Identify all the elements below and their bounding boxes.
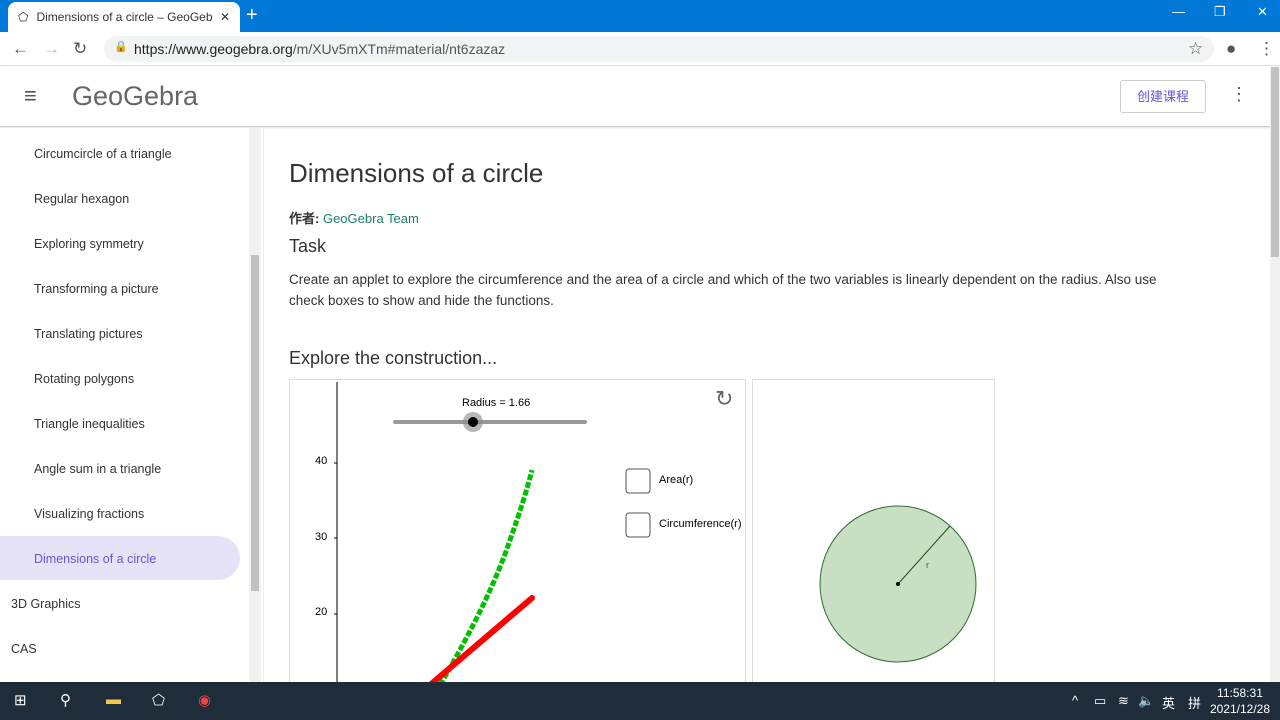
ime-mode[interactable]: 拼	[1188, 693, 1201, 712]
y-tick-label: 40	[315, 455, 328, 467]
windows-start-icon[interactable]: ⊞	[14, 691, 27, 709]
back-icon[interactable]: ←	[12, 39, 29, 59]
sidebar-item[interactable]: Exploring symmetry	[34, 237, 144, 251]
create-class-button[interactable]: 创建课程	[1120, 80, 1206, 113]
url-path: /m/XUv5mXTm#material/nt6zazaz	[292, 41, 506, 57]
y-tick-label: 30	[315, 531, 328, 543]
volume-icon[interactable]: 🔈	[1138, 693, 1154, 709]
bookmark-star-icon[interactable]: ☆	[1188, 39, 1203, 59]
time: 11:58:31	[1217, 686, 1263, 700]
sidebar: Circumcircle of a triangle Regular hexag…	[0, 128, 264, 682]
sidebar-section[interactable]: CAS	[11, 642, 37, 656]
windows-taskbar: ⊞ ⚲ ▬ ⬠ ◉ ^ ▭ ≋ 🔈 英 拼 11:58:31 2021/12/28	[0, 682, 1280, 720]
close-tab-icon[interactable]: ✕	[220, 10, 230, 24]
sidebar-item[interactable]: Circumcircle of a triangle	[34, 147, 172, 161]
tab-title: Dimensions of a circle – GeoGebra	[36, 10, 212, 24]
sidebar-scrollbar[interactable]	[249, 128, 261, 682]
author-line: 作者: GeoGebra Team	[289, 208, 419, 227]
area-curve	[437, 469, 535, 687]
sidebar-item[interactable]: Rotating polygons	[34, 372, 134, 386]
sidebar-item[interactable]: Transforming a picture	[34, 282, 159, 296]
circle-center	[896, 582, 900, 586]
explore-heading: Explore the construction...	[289, 348, 498, 368]
lock-icon: 🔒	[114, 41, 128, 53]
wifi-icon[interactable]: ≋	[1118, 693, 1129, 709]
clock[interactable]: 11:58:31 2021/12/28	[1210, 685, 1270, 717]
browser-tab-bar: ⬠ Dimensions of a circle – GeoGebra ✕ + …	[0, 0, 1280, 32]
page-scrollbar[interactable]	[1270, 67, 1280, 682]
circumference-checkbox	[625, 512, 651, 538]
slider-label: Radius = 1.66	[462, 397, 531, 409]
radius-slider-handle	[468, 417, 478, 427]
address-bar-row: ← → ↻ 🔒 https://www.geogebra.org/m/XUv5mX…	[0, 32, 1280, 66]
geogebra-favicon-icon: ⬠	[18, 10, 29, 24]
chrome-icon[interactable]: ◉	[198, 691, 211, 709]
graph-canvas	[334, 382, 651, 690]
task-heading: Task	[289, 236, 327, 256]
reload-icon[interactable]: ↻	[73, 39, 87, 59]
battery-icon[interactable]: ▭	[1094, 693, 1106, 709]
search-icon[interactable]: ⚲	[60, 691, 71, 709]
circumference-checkbox-label[interactable]: Circumference(r)	[659, 518, 745, 530]
new-tab-button[interactable]: +	[246, 4, 258, 27]
url-input[interactable]: 🔒 https://www.geogebra.org/m/XUv5mXTm#mat…	[104, 36, 1214, 62]
date: 2021/12/28	[1209, 702, 1270, 716]
sidebar-item-active[interactable]: Dimensions of a circle	[34, 552, 156, 566]
url-domain: https://www.geogebra.org	[134, 41, 293, 57]
sidebar-section[interactable]: 3D Graphics	[11, 597, 80, 611]
author-link[interactable]: GeoGebra Team	[323, 211, 419, 226]
restore-button[interactable]: ❐	[1214, 4, 1226, 20]
author-label: 作者:	[289, 211, 320, 226]
reset-icon[interactable]: ↻	[715, 386, 733, 412]
sidebar-item[interactable]: Angle sum in a triangle	[34, 462, 161, 476]
area-checkbox	[625, 468, 651, 494]
page-title: Dimensions of a circle	[289, 158, 544, 188]
tray-expand-icon[interactable]: ^	[1072, 693, 1078, 708]
graphics-view-1[interactable]: Radius = 1.66 ↻ 40 30 20 Area(r) Circumf…	[289, 379, 746, 690]
minimize-button[interactable]: —	[1172, 4, 1185, 19]
ime-language[interactable]: 英	[1162, 693, 1175, 712]
browser-tab[interactable]: ⬠ Dimensions of a circle – GeoGebra ✕	[8, 2, 240, 32]
hamburger-menu-icon[interactable]: ≡	[24, 83, 37, 109]
task-description: Create an applet to explore the circumfe…	[289, 272, 1157, 308]
sidebar-item[interactable]: Triangle inequalities	[34, 417, 145, 431]
sidebar-item[interactable]: Translating pictures	[34, 327, 143, 341]
geogebra-app-icon[interactable]: ⬠	[152, 691, 165, 709]
account-icon[interactable]: ●	[1226, 39, 1236, 59]
radius-label: r	[926, 560, 929, 570]
graphics-view-2[interactable]: r	[752, 379, 995, 689]
sidebar-item[interactable]: Visualizing fractions	[34, 507, 144, 521]
forward-icon[interactable]: →	[43, 39, 60, 59]
circle-canvas	[819, 505, 977, 663]
file-explorer-icon[interactable]: ▬	[106, 691, 121, 708]
area-checkbox-label[interactable]: Area(r)	[659, 474, 693, 486]
y-tick-label: 20	[315, 606, 328, 618]
site-header: ≡ GeoGebra 创建课程 ⋮	[0, 67, 1270, 127]
more-options-icon[interactable]: ⋮	[1230, 84, 1248, 105]
close-window-button[interactable]: ✕	[1257, 4, 1268, 20]
sidebar-item[interactable]: Regular hexagon	[34, 192, 129, 206]
menu-icon[interactable]: ⋮	[1258, 39, 1275, 59]
geogebra-logo[interactable]: GeoGebra	[72, 81, 198, 112]
